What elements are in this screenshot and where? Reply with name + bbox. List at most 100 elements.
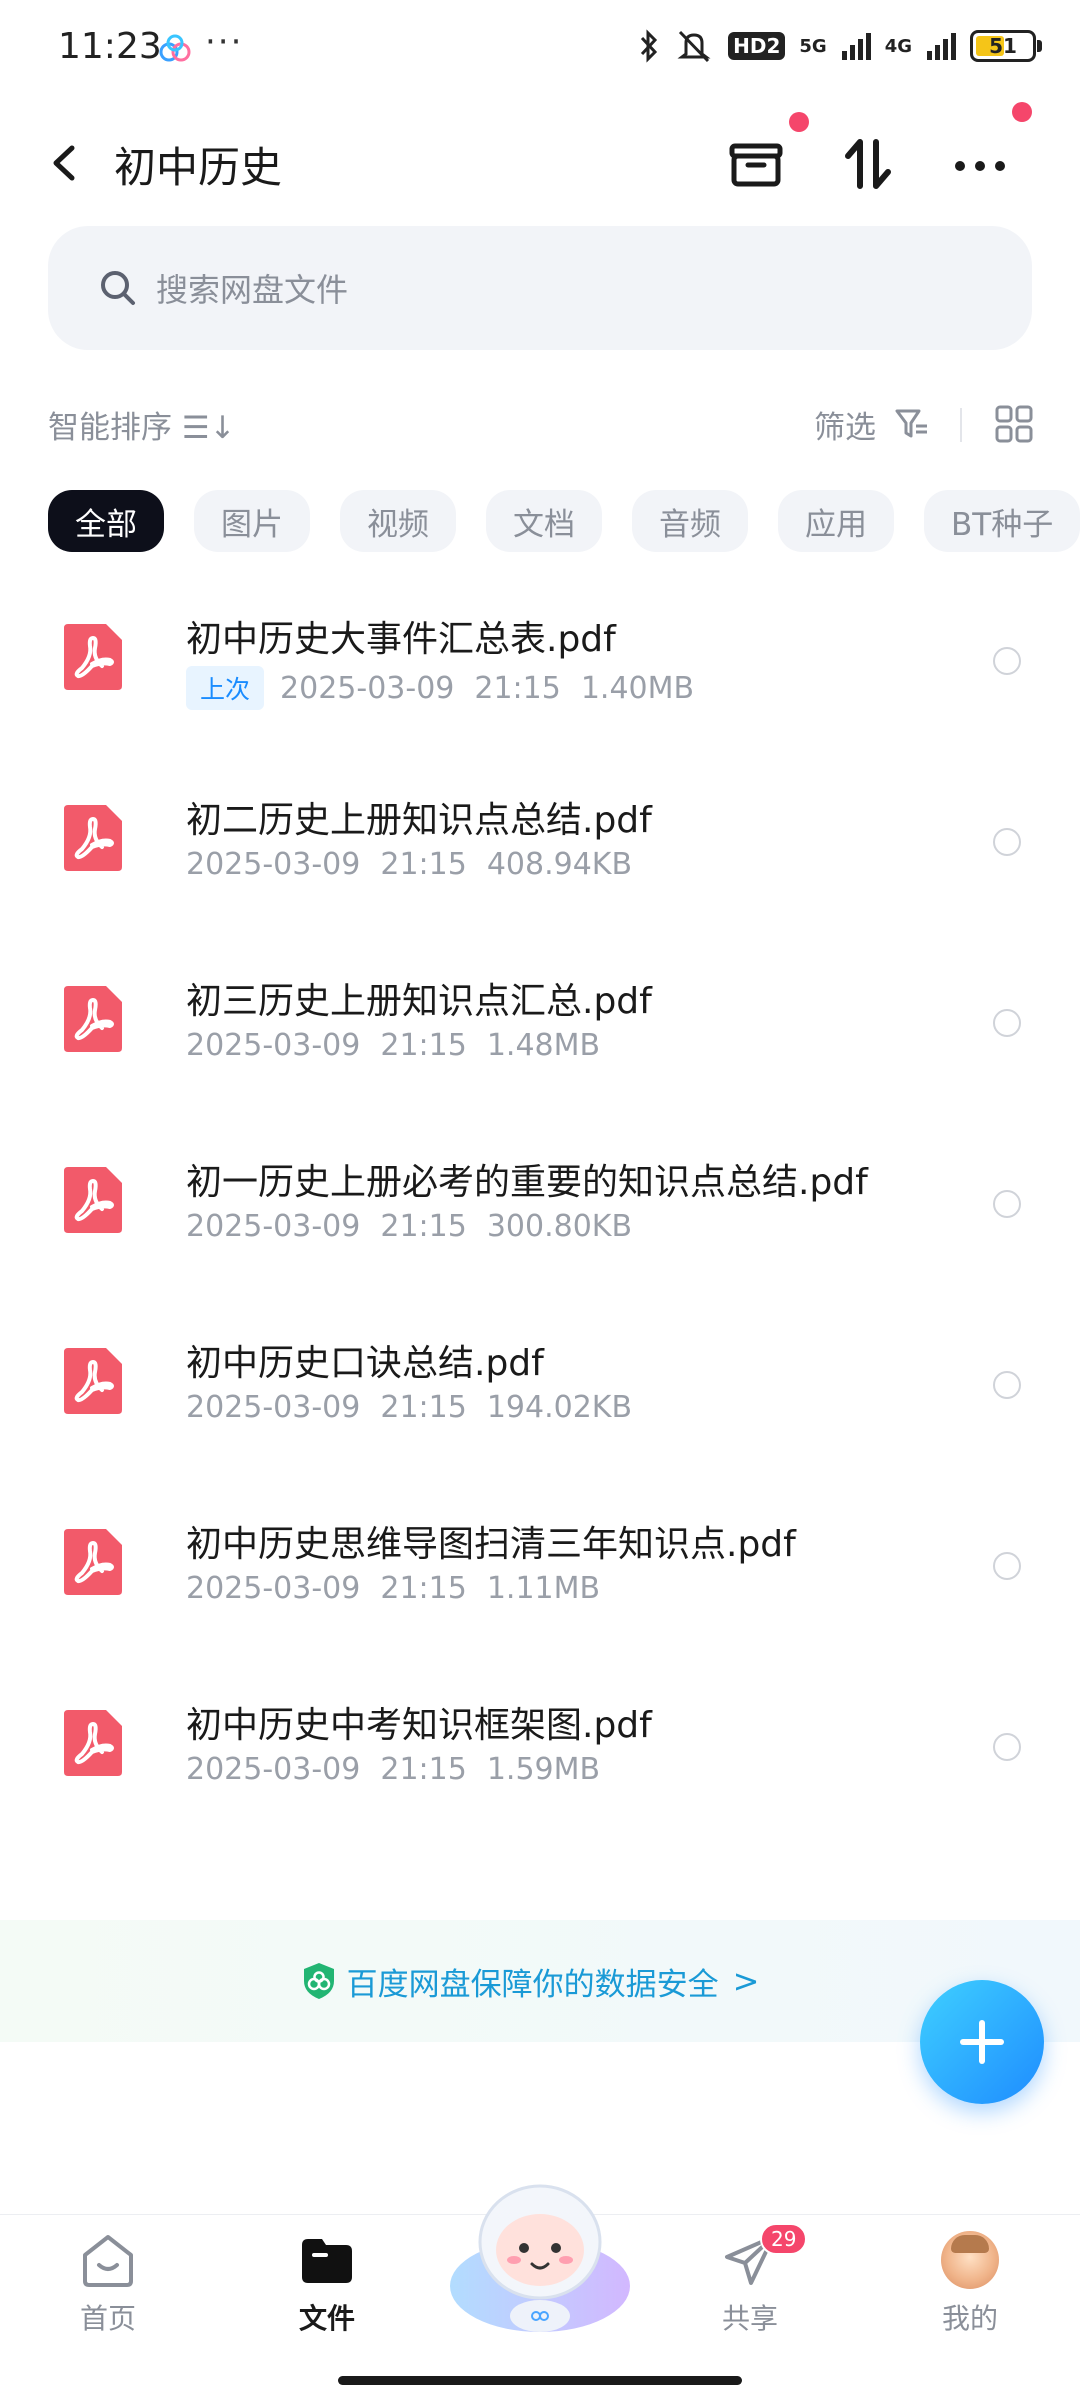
file-meta: 2025-03-09 21:15 1.48MB [186,1028,600,1063]
notification-dot [789,112,809,132]
baidu-netdisk-notification-icon [159,34,191,62]
bluetooth-icon [641,29,658,63]
home-indicator[interactable] [338,2376,742,2385]
file-date: 2025-03-09 [186,1571,361,1606]
home-icon [83,2235,133,2287]
file-size: 408.94KB [486,847,633,882]
file-meta: 2025-03-09 21:15 1.59MB [186,1752,600,1787]
file-name: 初中历史口诀总结.pdf [186,1343,544,1384]
file-date: 2025-03-09 [186,1209,361,1244]
category-chips: 全部 图片 视频 文档 音频 应用 BT种子 [48,490,1080,552]
back-arrow-icon[interactable] [44,138,84,188]
file-meta: 2025-03-09 21:15 408.94KB [186,847,632,882]
chip-videos[interactable]: 视频 [340,490,456,552]
status-time: 11:23 [58,26,162,67]
add-button[interactable] [920,1980,1044,2104]
plus-icon [960,2020,1004,2064]
chip-audio[interactable]: 音频 [632,490,748,552]
pdf-file-icon [62,1527,124,1597]
top-app-bar: 初中历史 [0,102,1080,220]
chip-documents[interactable]: 文档 [486,490,602,552]
file-date: 2025-03-09 [186,1028,361,1063]
network-4g-label: 4G [884,35,912,57]
select-checkbox[interactable] [993,1190,1021,1218]
more-options-icon[interactable] [948,132,1012,196]
transfer-box-icon[interactable] [724,132,788,196]
search-bar[interactable]: 搜索网盘文件 [48,226,1032,350]
nav-files-label: 文件 [298,2302,355,2335]
chip-bt-torrents[interactable]: BT种子 [924,490,1080,552]
file-time: 21:15 [380,1028,467,1063]
chevron-right-icon: > [732,1962,760,2000]
share-count-badge: 29 [760,2223,808,2255]
battery-icon: 51 [970,30,1036,62]
select-checkbox[interactable] [993,647,1021,675]
nav-home[interactable]: 首页 [48,2229,168,2337]
file-date: 2025-03-09 [186,847,361,882]
nav-mine[interactable]: 我的 [910,2229,1030,2337]
file-time: 21:15 [380,1752,467,1787]
signal-icon [841,33,871,60]
status-indicators: HD2 5G 4G 51 [638,28,1042,64]
file-time: 21:15 [380,847,467,882]
pdf-file-icon [62,803,124,873]
select-checkbox[interactable] [993,828,1021,856]
file-name: 初中历史大事件汇总表.pdf [186,619,616,660]
file-name: 初三历史上册知识点汇总.pdf [186,981,652,1022]
search-placeholder: 搜索网盘文件 [156,271,349,309]
mascot-assistant-icon[interactable] [444,2168,636,2344]
pdf-file-icon [62,1708,124,1778]
folder-icon [302,2239,352,2283]
file-size: 1.59MB [486,1752,601,1787]
file-time: 21:15 [380,1209,467,1244]
file-meta: 2025-03-09 21:15 194.02KB [186,1390,632,1425]
file-row[interactable]: 初中历史口诀总结.pdf 2025-03-09 21:15 194.02KB [0,1284,1080,1465]
last-opened-tag: 上次 [186,666,265,710]
pdf-file-icon [62,1165,124,1235]
mute-icon [677,30,711,63]
file-row[interactable]: 初中历史中考知识框架图.pdf 2025-03-09 21:15 1.59MB [0,1646,1080,1827]
file-size: 1.11MB [486,1571,601,1606]
file-row[interactable]: 初中历史思维导图扫清三年知识点.pdf 2025-03-09 21:15 1.1… [0,1465,1080,1646]
select-checkbox[interactable] [993,1009,1021,1037]
nav-mine-label: 我的 [941,2302,998,2335]
status-bar: 11:23 ··· HD2 5G 4G 51 [0,0,1080,100]
status-more-dots: ··· [205,22,244,62]
select-checkbox[interactable] [993,1371,1021,1399]
chip-images[interactable]: 图片 [194,490,310,552]
sort-transfer-icon[interactable] [836,132,900,196]
file-meta: 2025-03-09 21:15 1.11MB [186,1571,600,1606]
file-list: 初中历史大事件汇总表.pdf 上次 2025-03-09 21:15 1.40M… [0,560,1080,1827]
shield-icon [303,1963,334,1999]
filter-button[interactable]: 筛选 [814,402,876,447]
file-size: 300.80KB [486,1209,633,1244]
pdf-file-icon [62,984,124,1054]
hd-voice-icon: HD2 [728,32,786,60]
file-date: 2025-03-09 [186,1752,361,1787]
network-5g-label: 5G [799,35,827,57]
avatar [941,2231,999,2289]
file-time: 21:15 [380,1571,467,1606]
file-meta: 上次 2025-03-09 21:15 1.40MB [186,666,694,710]
file-row[interactable]: 初一历史上册必考的重要的知识点总结.pdf 2025-03-09 21:15 3… [0,1103,1080,1284]
nav-files[interactable]: 文件 [267,2229,387,2337]
select-checkbox[interactable] [993,1552,1021,1580]
file-date: 2025-03-09 [186,1390,361,1425]
nav-share[interactable]: 29 共享 [690,2223,810,2337]
pdf-file-icon [62,622,124,692]
file-name: 初二历史上册知识点总结.pdf [186,800,652,841]
file-size: 1.40MB [580,670,695,706]
filter-icon[interactable] [894,406,930,442]
signal-icon [927,33,956,60]
grid-view-icon[interactable] [994,404,1034,444]
search-icon [101,271,135,305]
battery-level: 51 [989,34,1017,58]
file-row[interactable]: 初中历史大事件汇总表.pdf 上次 2025-03-09 21:15 1.40M… [0,560,1080,741]
security-banner[interactable]: 百度网盘保障你的数据安全 > [0,1920,1080,2042]
file-row[interactable]: 初二历史上册知识点总结.pdf 2025-03-09 21:15 408.94K… [0,741,1080,922]
smart-sort-button[interactable]: 智能排序 ☰↓ [48,402,236,447]
select-checkbox[interactable] [993,1733,1021,1761]
file-row[interactable]: 初三历史上册知识点汇总.pdf 2025-03-09 21:15 1.48MB [0,922,1080,1103]
chip-all[interactable]: 全部 [48,490,164,552]
chip-apps[interactable]: 应用 [778,490,894,552]
